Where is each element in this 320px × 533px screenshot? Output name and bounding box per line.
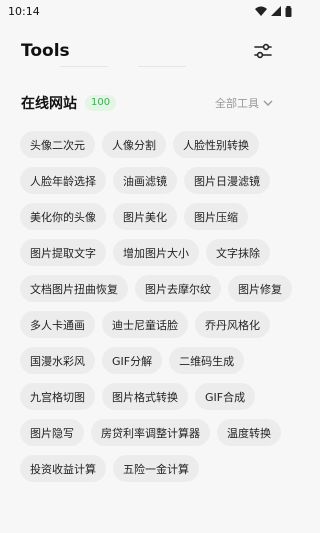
count-badge: 100 [85,95,117,111]
tool-tag[interactable]: GIF合成 [195,383,256,410]
section-title-group: 在线网站 100 [21,93,117,113]
tool-tag[interactable]: 美化你的头像 [20,203,106,230]
tool-tag[interactable]: 文档图片扭曲恢复 [20,275,128,302]
wifi-icon [255,6,267,16]
tool-tag[interactable]: 投资收益计算 [20,455,106,482]
header-divider [0,66,300,67]
section-header: 在线网站 100 全部工具 [0,91,300,115]
tool-tag[interactable]: 头像二次元 [20,131,95,158]
signal-icon [271,6,281,16]
tool-tag[interactable]: 二维码生成 [169,347,245,374]
tool-tag[interactable]: 温度转换 [217,419,281,446]
filter-button[interactable] [252,40,274,62]
status-bar: 10:14 [0,0,300,22]
tool-tag[interactable]: 油画滤镜 [113,167,177,194]
tool-tag[interactable]: 五险一金计算 [113,455,199,482]
tool-tag[interactable]: 图片提取文字 [20,239,106,266]
tool-tag[interactable]: 图片修复 [228,275,292,302]
tool-tag[interactable]: 文字抹除 [206,239,270,266]
tool-tag[interactable]: 多人卡通画 [20,311,95,338]
tool-tag[interactable]: 图片压缩 [184,203,248,230]
page-title: Tools [21,41,70,61]
tool-tag[interactable]: 乔丹风格化 [195,311,270,338]
tool-tag[interactable]: 人脸年龄选择 [20,167,106,194]
tool-tag[interactable]: 人脸性别转换 [173,131,259,158]
tool-tag[interactable]: 图片日漫滤镜 [184,167,270,194]
battery-icon [285,5,292,17]
top-app-bar: Tools [0,22,300,80]
all-tools-button[interactable]: 全部工具 [215,95,273,111]
section-title: 在线网站 [21,96,77,112]
tool-tag[interactable]: 人像分割 [102,131,166,158]
tool-tag[interactable]: 图片隐写 [20,419,84,446]
tool-tag[interactable]: 九宫格切图 [20,383,95,410]
tool-tag[interactable]: 房贷利率调整计算器 [91,419,210,446]
chevron-down-icon [263,100,273,106]
tool-tag[interactable]: 国漫水彩风 [20,347,95,374]
all-tools-label: 全部工具 [215,97,259,110]
status-time: 10:14 [8,4,40,18]
sliders-icon [254,43,272,59]
tool-tag[interactable]: GIF分解 [102,347,163,374]
status-icons [255,5,292,17]
tool-tag[interactable]: 迪士尼童话脸 [102,311,188,338]
tool-tag[interactable]: 增加图片大小 [113,239,199,266]
tool-tag[interactable]: 图片格式转换 [102,383,188,410]
tool-tag-list: 头像二次元 人像分割 人脸性别转换人脸年龄选择 油画滤镜 图片日漫滤镜美化你的头像 图片美… [0,131,292,482]
tool-tag[interactable]: 图片去摩尔纹 [135,275,221,302]
tool-tag[interactable]: 图片美化 [113,203,177,230]
